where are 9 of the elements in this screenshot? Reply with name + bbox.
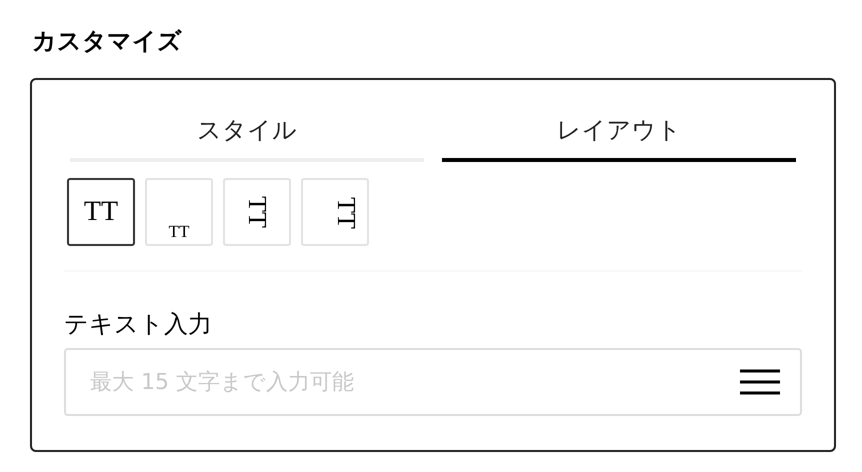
layout-option[interactable]: TT xyxy=(301,178,369,246)
field-label: テキスト入力 xyxy=(64,309,213,340)
layout-option[interactable]: TT xyxy=(223,178,291,246)
section-title: カスタマイズ xyxy=(32,26,183,57)
menu-icon[interactable] xyxy=(740,369,780,395)
layout-option[interactable]: TT xyxy=(145,178,213,246)
tab[interactable]: スタイル xyxy=(70,108,424,162)
layout-option[interactable]: TT xyxy=(67,178,135,246)
tab[interactable]: レイアウト xyxy=(442,108,796,162)
